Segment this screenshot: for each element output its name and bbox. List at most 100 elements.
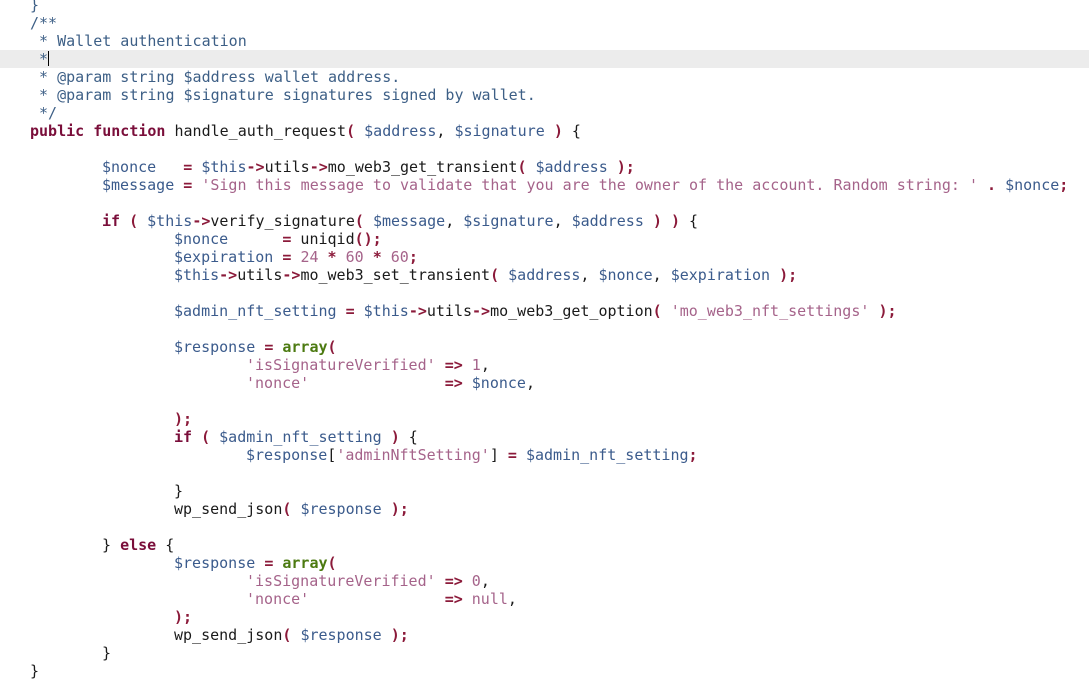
code-line[interactable] bbox=[0, 140, 1089, 158]
code-token: $nonce bbox=[174, 230, 229, 248]
code-token: $expiration bbox=[670, 266, 771, 284]
code-token: $message bbox=[372, 212, 446, 230]
code-line[interactable]: $message = 'Sign this message to validat… bbox=[0, 176, 1089, 194]
code-token: $this bbox=[174, 266, 220, 284]
code-line[interactable]: * @param string $signature signatures si… bbox=[0, 86, 1089, 104]
code-token: [ bbox=[327, 446, 337, 464]
code-line[interactable]: * @param string $address wallet address. bbox=[0, 68, 1089, 86]
code-line-text: * @param string $signature signatures si… bbox=[30, 86, 536, 104]
code-line[interactable]: /** bbox=[0, 14, 1089, 32]
code-line[interactable]: 'isSignatureVerified' => 0, bbox=[0, 572, 1089, 590]
code-token: /** bbox=[30, 14, 58, 32]
code-token: null bbox=[471, 590, 508, 608]
code-token: , bbox=[445, 212, 464, 230]
code-line[interactable]: ); bbox=[0, 410, 1089, 428]
code-line[interactable]: wp_send_json( $response ); bbox=[0, 626, 1089, 644]
code-line[interactable]: $nonce = uniqid(); bbox=[0, 230, 1089, 248]
code-line[interactable]: } else { bbox=[0, 536, 1089, 554]
code-token: if bbox=[174, 428, 193, 446]
code-token: mo_web3_get_option bbox=[490, 302, 653, 320]
code-line[interactable] bbox=[0, 392, 1089, 410]
code-line[interactable]: 'nonce' => null, bbox=[0, 590, 1089, 608]
code-line[interactable]: * Wallet authentication bbox=[0, 32, 1089, 50]
code-token: array bbox=[282, 338, 328, 356]
code-token: $nonce bbox=[598, 266, 653, 284]
code-line[interactable]: $response = array( bbox=[0, 554, 1089, 572]
code-line-text: ); bbox=[174, 608, 192, 626]
code-token: ( bbox=[346, 122, 356, 140]
code-token: $response bbox=[174, 554, 256, 572]
code-token: -> bbox=[219, 266, 238, 284]
code-line[interactable]: } bbox=[0, 0, 1089, 14]
code-token: * bbox=[327, 248, 337, 266]
code-line-text: $response = array( bbox=[174, 338, 337, 356]
code-line[interactable]: $response['adminNftSetting'] = $admin_nf… bbox=[0, 446, 1089, 464]
code-token: = bbox=[345, 302, 355, 320]
code-token: , bbox=[480, 572, 490, 590]
code-token: -> bbox=[246, 158, 265, 176]
code-line[interactable]: } bbox=[0, 644, 1089, 662]
code-line[interactable] bbox=[0, 284, 1089, 302]
code-token: } bbox=[102, 644, 112, 662]
code-line[interactable] bbox=[0, 320, 1089, 338]
code-token: ); bbox=[174, 608, 193, 626]
code-token: $nonce bbox=[102, 158, 157, 176]
code-line[interactable]: 'nonce' => $nonce, bbox=[0, 374, 1089, 392]
code-line[interactable]: if ( $this->verify_signature( $message, … bbox=[0, 212, 1089, 230]
code-token: 60 bbox=[345, 248, 364, 266]
code-token: -> bbox=[408, 302, 427, 320]
code-line[interactable]: wp_send_json( $response ); bbox=[0, 500, 1089, 518]
code-line[interactable]: * bbox=[0, 50, 1089, 68]
code-token: ) bbox=[670, 212, 680, 230]
code-token: ); bbox=[779, 266, 798, 284]
code-token: * @param string $address wallet address. bbox=[30, 68, 401, 86]
code-line[interactable]: */ bbox=[0, 104, 1089, 122]
code-token: 0 bbox=[471, 572, 481, 590]
code-line[interactable] bbox=[0, 194, 1089, 212]
code-token: } bbox=[30, 0, 40, 14]
code-token: { bbox=[399, 428, 418, 446]
code-line[interactable]: $admin_nft_setting = $this->utils->mo_we… bbox=[0, 302, 1089, 320]
code-line[interactable]: $this->utils->mo_web3_set_transient( $ad… bbox=[0, 266, 1089, 284]
code-token: */ bbox=[30, 104, 58, 122]
code-line[interactable]: } bbox=[0, 482, 1089, 500]
code-line[interactable]: ); bbox=[0, 608, 1089, 626]
code-editor[interactable]: }/** * Wallet authentication * * @param … bbox=[0, 0, 1089, 680]
code-line-text: 'nonce' => null, bbox=[246, 590, 517, 608]
code-token: , bbox=[652, 266, 671, 284]
code-token: $signature bbox=[454, 122, 545, 140]
code-token: $response bbox=[300, 626, 382, 644]
code-token: $this bbox=[363, 302, 409, 320]
code-line[interactable]: if ( $admin_nft_setting ) { bbox=[0, 428, 1089, 446]
code-token: $this bbox=[147, 212, 193, 230]
code-line-text: $admin_nft_setting = $this->utils->mo_we… bbox=[174, 302, 897, 320]
code-token: $address bbox=[364, 122, 437, 140]
code-line[interactable]: $expiration = 24 * 60 * 60; bbox=[0, 248, 1089, 266]
code-token: $admin_nft_setting bbox=[525, 446, 689, 464]
code-token: utils bbox=[237, 266, 283, 284]
code-line[interactable]: $nonce = $this->utils->mo_web3_get_trans… bbox=[0, 158, 1089, 176]
code-token: $admin_nft_setting bbox=[174, 302, 337, 320]
code-line-text: if ( $admin_nft_setting ) { bbox=[174, 428, 418, 446]
code-line[interactable]: 'isSignatureVerified' => 1, bbox=[0, 356, 1089, 374]
code-line[interactable] bbox=[0, 518, 1089, 536]
code-token: 'isSignatureVerified' bbox=[246, 572, 436, 590]
code-line[interactable]: public function handle_auth_request( $ad… bbox=[0, 122, 1089, 140]
code-line[interactable] bbox=[0, 464, 1089, 482]
code-token: * bbox=[372, 248, 382, 266]
code-line[interactable]: } bbox=[0, 662, 1089, 680]
code-line[interactable]: $response = array( bbox=[0, 338, 1089, 356]
text-cursor bbox=[48, 51, 50, 66]
